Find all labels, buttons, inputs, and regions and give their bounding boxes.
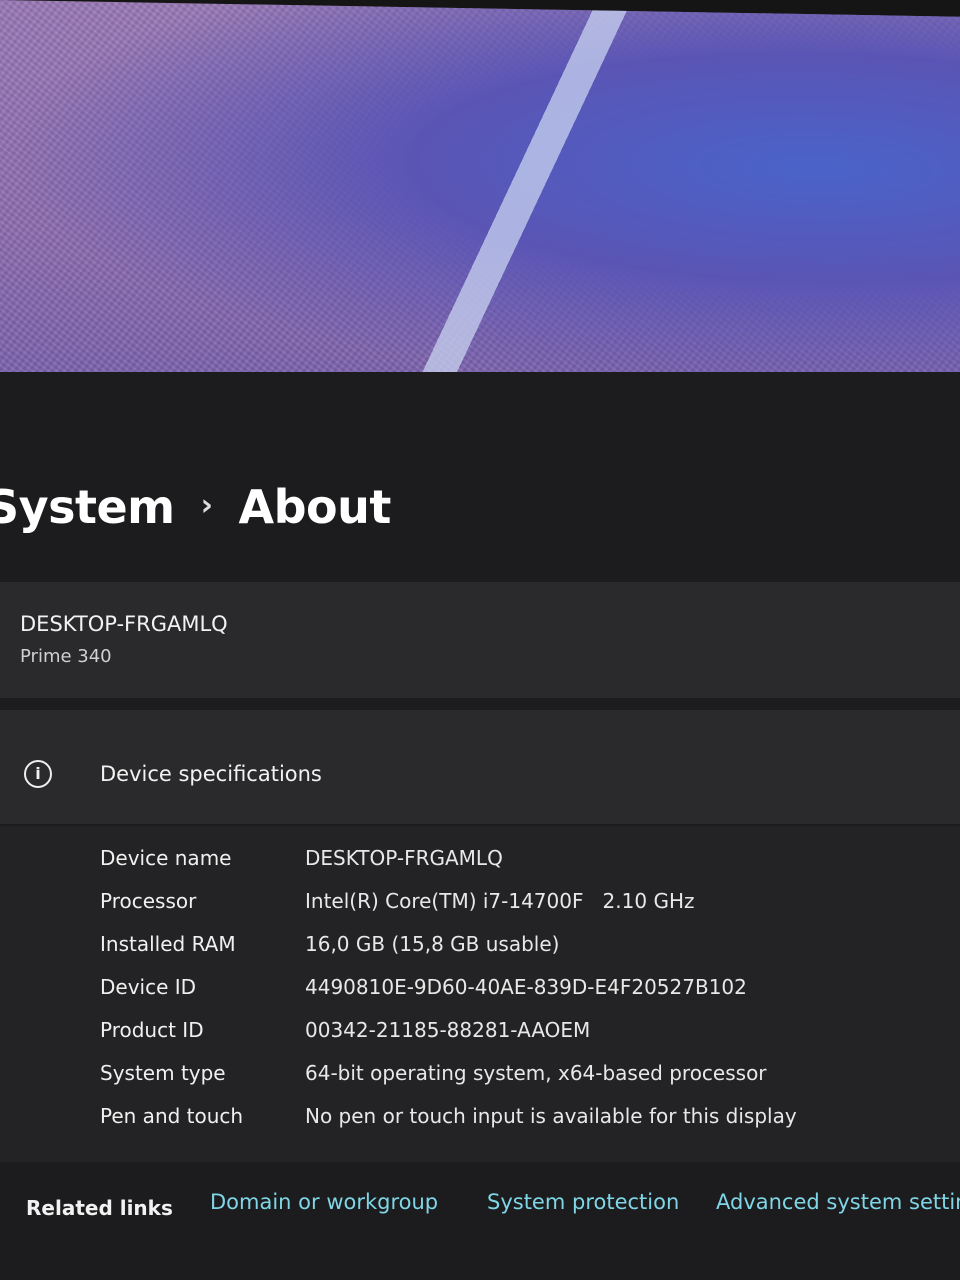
device-specifications-header[interactable]: i Device specifications [0,710,960,824]
device-card: DESKTOP-FRGAMLQ Prime 340 [0,582,960,698]
related-links: Related links Domain or workgroup System… [0,1168,960,1248]
desktop-wallpaper [0,0,960,402]
breadcrumb-system[interactable]: System [0,480,175,534]
advanced-system-settings-link[interactable]: Advanced system settings [716,1190,960,1214]
info-icon: i [24,760,52,788]
device-name: DESKTOP-FRGAMLQ [20,612,228,636]
spec-label: Processor [100,889,197,913]
spec-label: Pen and touch [100,1104,244,1128]
spec-row: System type 64-bit operating system, x64-… [100,1061,767,1085]
device-specifications-body: Device name DESKTOP-FRGAMLQ Processor Inte… [0,826,960,1162]
spec-label: Device name [100,846,232,870]
spec-value: Intel(R) Core(TM) i7-14700F 2.10 GHz [305,889,695,913]
spec-value: 4490810E-9D60-40AE-839D-E4F20527B102 [305,975,747,999]
spec-row: Processor Intel(R) Core(TM) i7-14700F 2.1… [100,889,694,913]
spec-row: Product ID 00342-21185-88281-AAOEM [100,1018,590,1042]
spec-label: System type [100,1061,226,1085]
spec-label: Device ID [100,975,197,999]
page-title: About [238,480,392,534]
spec-label: Product ID [100,1018,204,1042]
domain-or-workgroup-link[interactable]: Domain or workgroup [210,1190,438,1214]
spec-value: No pen or touch input is available for t… [305,1104,797,1128]
spec-row: Installed RAM 16,0 GB (15,8 GB usable) [100,932,559,956]
device-specifications-label: Device specifications [100,762,322,786]
chevron-right-icon: › [200,488,213,523]
spec-value: DESKTOP-FRGAMLQ [305,846,503,870]
spec-value: 16,0 GB (15,8 GB usable) [305,932,560,956]
device-model: Prime 340 [20,646,112,667]
breadcrumb: System › About [0,480,391,534]
spec-value: 64-bit operating system, x64-based proce… [305,1061,767,1085]
system-protection-link[interactable]: System protection [487,1190,679,1214]
spec-value: 00342-21185-88281-AAOEM [305,1018,591,1042]
spec-row: Device ID 4490810E-9D60-40AE-839D-E4F2052… [100,975,747,999]
spec-label: Installed RAM [100,932,236,956]
spec-row: Device name DESKTOP-FRGAMLQ [100,846,503,870]
related-links-label: Related links [26,1196,173,1220]
spec-row: Pen and touch No pen or touch input is av… [100,1104,797,1128]
